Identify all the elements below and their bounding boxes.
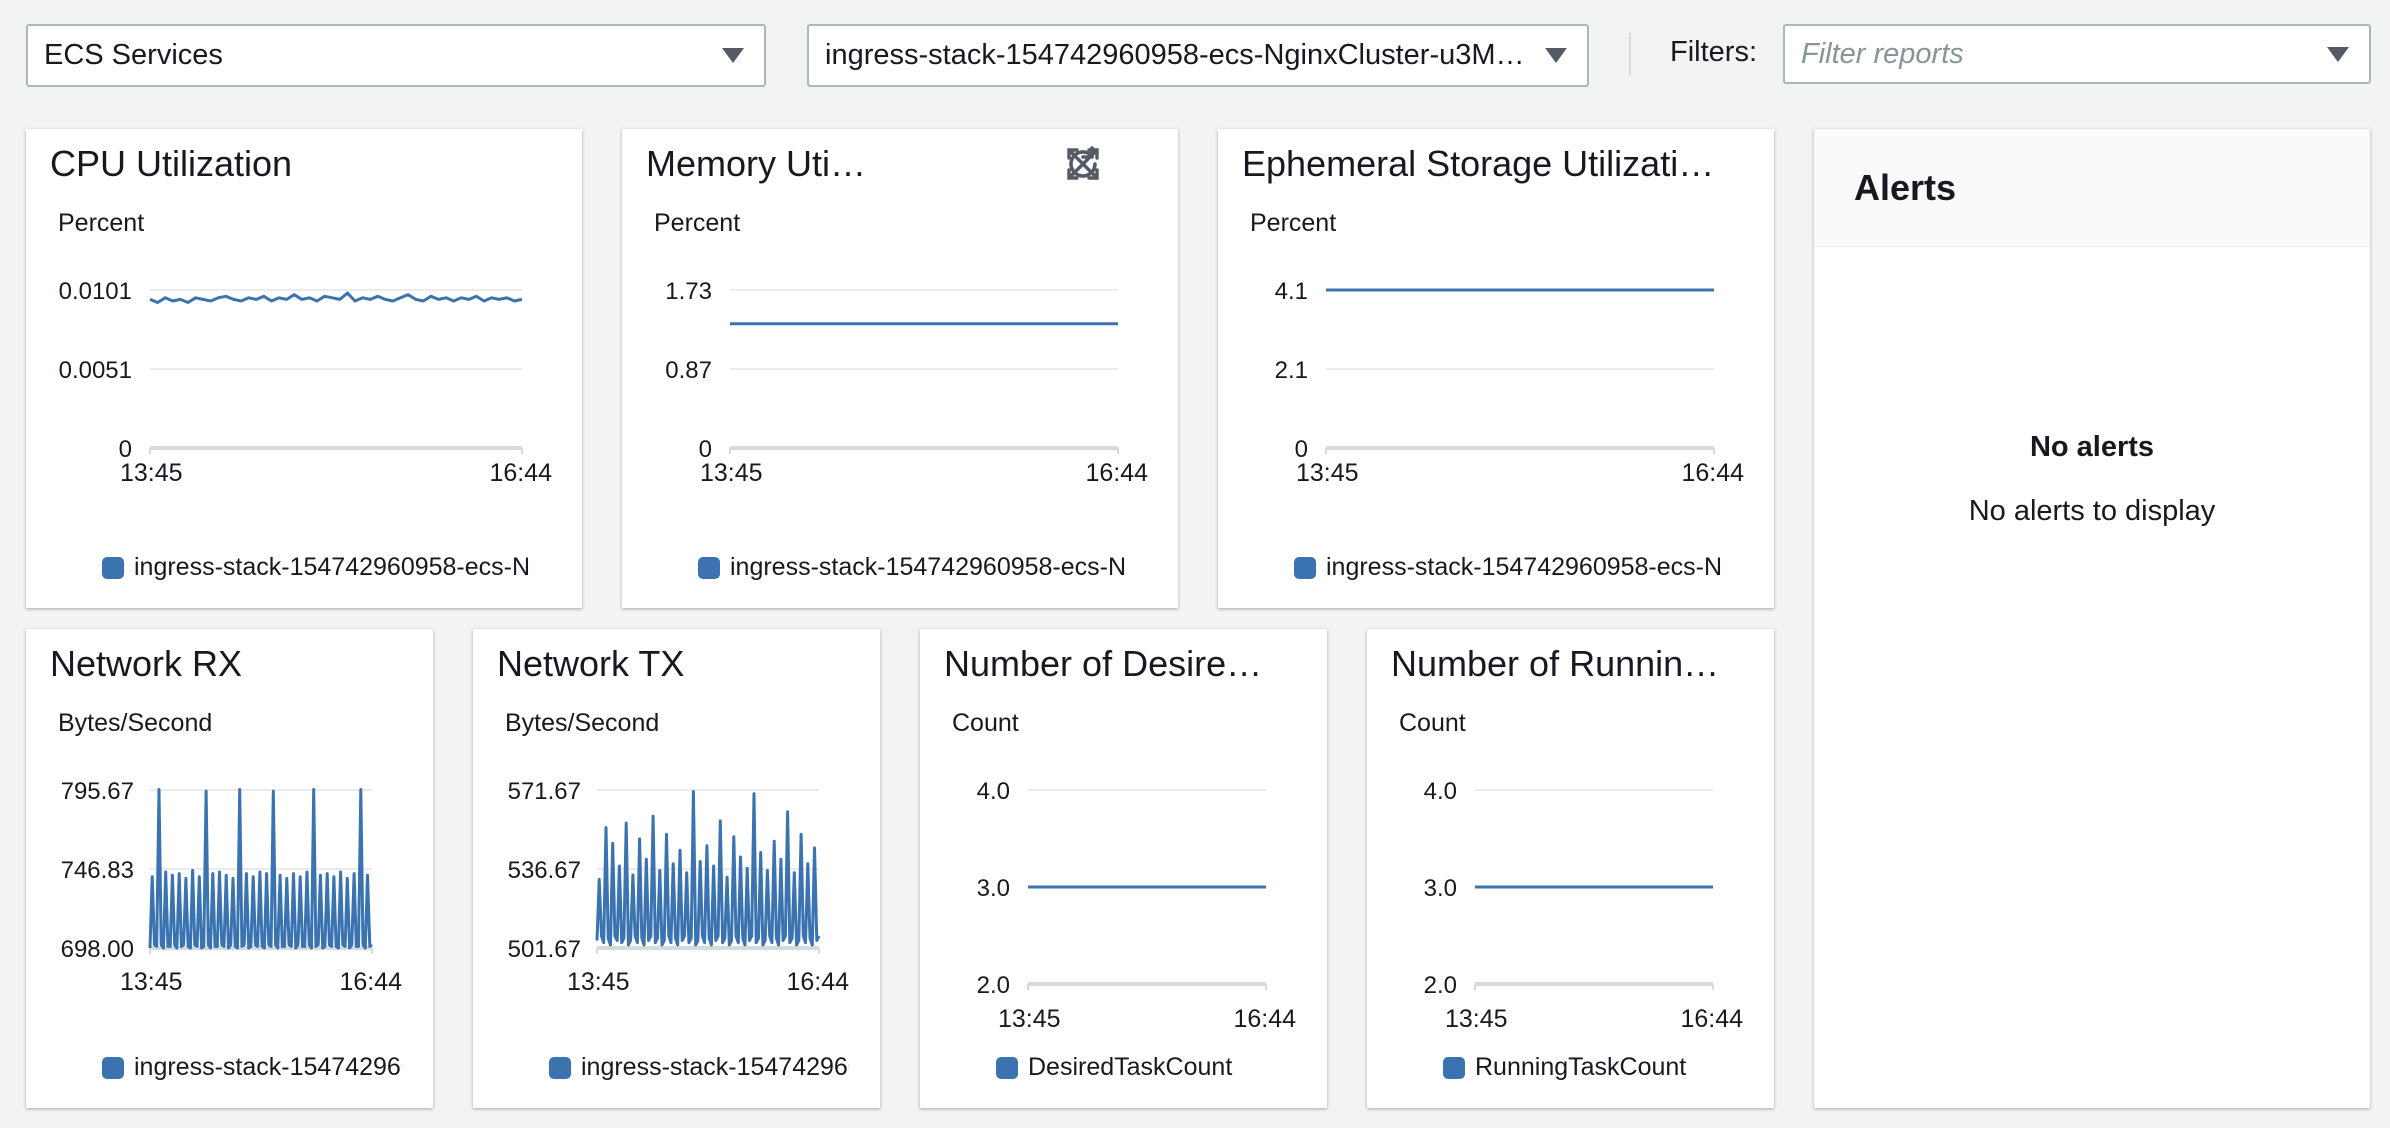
legend-label: ingress-stack-15474296095 bbox=[134, 1053, 402, 1081]
y-tick-label: 2.0 bbox=[1424, 972, 1457, 999]
x-tick-label: 13:45 bbox=[1445, 1005, 1508, 1033]
network-rx-panel: Network RX Bytes/Second 795.67 746.83 698.0… bbox=[26, 629, 433, 1108]
legend-label: ingress-stack-154742960958-ecs-N bbox=[1326, 553, 1723, 581]
chart-legend[interactable]: ingress-stack-154742960958-ecs-N bbox=[1294, 553, 1754, 582]
cpu-utilization-chart: Percent0.01010.0051013:45 16:44 bbox=[58, 209, 552, 487]
toolbar-divider bbox=[1629, 33, 1631, 75]
legend-label: ingress-stack-154742960958-ecs-N bbox=[134, 553, 531, 581]
y-tick-label: 0.0051 bbox=[59, 357, 132, 384]
caret-down-icon bbox=[722, 48, 744, 63]
x-tick-label: 16:44 bbox=[786, 968, 849, 996]
chart-legend[interactable]: ingress-stack-154742960958-ecs-N bbox=[698, 553, 1158, 582]
y-axis-unit-label: Percent bbox=[1250, 209, 1336, 237]
alerts-header: Alerts bbox=[1814, 129, 2370, 247]
memory-utilization-panel: Memory Uti… Percent 1.73 0.87 0 13:45 16:44 i… bbox=[622, 129, 1178, 608]
y-tick-label: 536.67 bbox=[508, 857, 581, 884]
y-tick-label: 4.1 bbox=[1275, 278, 1308, 305]
legend-label: DesiredTaskCount bbox=[1028, 1053, 1233, 1081]
legend-swatch bbox=[996, 1056, 1018, 1079]
legend-label: ingress-stack-154742960958-ecs-N bbox=[730, 553, 1127, 581]
x-tick-label: 16:44 bbox=[1233, 1005, 1296, 1033]
y-tick-label: 795.67 bbox=[61, 778, 134, 805]
alerts-panel: Alerts No alerts No alerts to display bbox=[1814, 129, 2370, 1108]
caret-down-icon bbox=[2327, 46, 2349, 62]
memory-utilization-chart: Percent1.730.87013:45 16:44 bbox=[654, 209, 1148, 487]
chart-legend[interactable]: ingress-stack-15474296095 bbox=[102, 1053, 402, 1082]
desired-tasks-panel: Number of Desire… Count 4.0 3.0 2.0 13:45 16:… bbox=[920, 629, 1327, 1108]
network-rx-chart: Bytes/Second 795.67 746.83 698.00 13:45 16:44 bbox=[58, 709, 402, 996]
x-tick-label: 13:45 bbox=[120, 459, 183, 487]
legend-label: RunningTaskCount bbox=[1475, 1053, 1687, 1081]
x-tick-label: 13:45 bbox=[700, 459, 763, 487]
alerts-empty-message: No alerts to display bbox=[1968, 495, 2216, 527]
y-axis-unit-label: Count bbox=[952, 709, 1019, 737]
y-tick-label: 0.0101 bbox=[59, 278, 132, 305]
desired-tasks-chart: Count 4.0 3.0 2.0 13:45 16:44 bbox=[952, 709, 1296, 1033]
legend-label: ingress-stack-15474296095 bbox=[581, 1053, 849, 1081]
y-tick-label: 2.1 bbox=[1275, 357, 1308, 384]
y-tick-label: 571.67 bbox=[508, 778, 581, 805]
x-tick-label: 16:44 bbox=[489, 459, 552, 487]
cluster-select[interactable]: ingress-stack-154742960958-ecs-NginxClus… bbox=[807, 24, 1589, 87]
y-axis-unit-label: Percent bbox=[654, 209, 740, 237]
x-tick-label: 13:45 bbox=[567, 968, 630, 996]
y-tick-label: 0.87 bbox=[665, 357, 712, 384]
chart-legend[interactable]: RunningTaskCount bbox=[1443, 1053, 1743, 1082]
filter-reports-placeholder: Filter reports bbox=[1801, 37, 1964, 70]
legend-swatch bbox=[549, 1056, 571, 1079]
cluster-select-value: ingress-stack-154742960958-ecs-NginxClus… bbox=[825, 39, 1525, 71]
x-tick-label: 16:44 bbox=[1681, 459, 1744, 487]
legend-swatch bbox=[102, 1056, 124, 1079]
x-tick-label: 16:44 bbox=[339, 968, 402, 996]
running-tasks-panel: Number of Runnin… Count 4.0 3.0 2.0 13:45 16:… bbox=[1367, 629, 1774, 1108]
x-tick-label: 13:45 bbox=[998, 1005, 1061, 1033]
network-tx-panel: Network TX Bytes/Second 571.67 536.67 501.6… bbox=[473, 629, 880, 1108]
y-tick-label: 746.83 bbox=[61, 857, 134, 884]
y-axis-unit-label: Percent bbox=[58, 209, 144, 237]
y-axis-unit-label: Count bbox=[1399, 709, 1466, 737]
y-tick-label: 501.67 bbox=[508, 936, 581, 963]
x-tick-label: 16:44 bbox=[1085, 459, 1148, 487]
service-select[interactable]: ECS Services bbox=[26, 24, 766, 87]
chart-legend[interactable]: ingress-stack-154742960958-ecs-N bbox=[102, 553, 562, 582]
series-line bbox=[149, 291, 523, 304]
legend-swatch bbox=[698, 556, 720, 579]
y-tick-label: 2.0 bbox=[977, 972, 1010, 999]
running-tasks-chart: Count 4.0 3.0 2.0 13:45 16:44 bbox=[1399, 709, 1743, 1033]
y-tick-label: 4.0 bbox=[977, 778, 1010, 805]
y-tick-label: 3.0 bbox=[1424, 875, 1457, 902]
chart-legend[interactable]: ingress-stack-15474296095 bbox=[549, 1053, 849, 1082]
caret-down-icon bbox=[1545, 48, 1567, 63]
y-tick-label: 3.0 bbox=[977, 875, 1010, 902]
alerts-title: Alerts bbox=[1854, 167, 1957, 208]
filter-reports-select[interactable]: Filter reports bbox=[1783, 24, 2371, 84]
filters-label: Filters: bbox=[1670, 36, 1757, 68]
y-axis-unit-label: Bytes/Second bbox=[58, 709, 212, 737]
ephemeral-storage-chart: Percent4.12.1013:45 16:44 bbox=[1250, 209, 1744, 487]
ephemeral-storage-panel: Ephemeral Storage Utilizati… Percent 4.1 2… bbox=[1218, 129, 1774, 608]
legend-swatch bbox=[1443, 1056, 1465, 1079]
legend-swatch bbox=[1294, 556, 1316, 579]
y-tick-label: 698.00 bbox=[61, 936, 134, 963]
network-tx-chart: Bytes/Second 571.67 536.67 501.67 13:45 16:44 bbox=[505, 709, 849, 996]
chart-legend[interactable]: DesiredTaskCount bbox=[996, 1053, 1296, 1082]
y-axis-unit-label: Bytes/Second bbox=[505, 709, 659, 737]
y-tick-label: 1.73 bbox=[665, 278, 712, 305]
y-tick-label: 4.0 bbox=[1424, 778, 1457, 805]
service-select-value: ECS Services bbox=[44, 39, 223, 71]
x-tick-label: 16:44 bbox=[1680, 1005, 1743, 1033]
legend-swatch bbox=[102, 556, 124, 579]
x-tick-label: 13:45 bbox=[120, 968, 183, 996]
cpu-utilization-panel: CPU Utilization Percent 0.0101 0.0051 0 13:4… bbox=[26, 129, 582, 608]
x-tick-label: 13:45 bbox=[1296, 459, 1359, 487]
alerts-empty-title: No alerts bbox=[2029, 431, 2155, 463]
